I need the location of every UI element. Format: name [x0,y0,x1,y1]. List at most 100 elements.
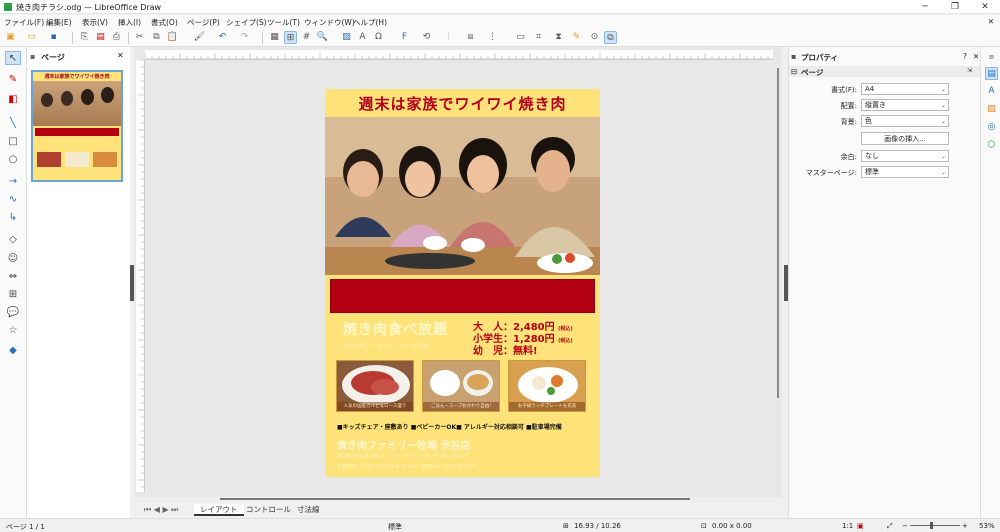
horizontal-scrollbar[interactable] [140,497,780,502]
plan-title[interactable]: 焼き肉食べ放題 [343,319,448,339]
tab-dimension-lines[interactable]: 寸法線 [291,504,326,516]
navigator-tab-icon[interactable]: ◎ [985,121,998,134]
sidebar-settings-icon[interactable]: ≡ [985,51,998,64]
distribute-icon[interactable]: ⋮ [486,31,499,44]
shadow-icon[interactable]: ▭ [514,31,527,44]
grid-icon[interactable]: ▦ [268,31,281,44]
menu-insert[interactable]: 挿入(I) [118,17,141,28]
insert-image-button[interactable]: 画像の挿入... [861,132,949,145]
features-line[interactable]: ■キッズチェア・座敷あり ■ベビーカーOK■ アレルギー対応相談可 ■駐車場完備 [337,422,562,431]
family-photo[interactable] [325,117,600,275]
tab-controls[interactable]: コントロール [240,504,297,516]
shop-address[interactable]: 東京都渋谷区道玄坂1-2-3 ファミリービル1階 渋谷駅／徒歩5分 [337,453,469,459]
print-icon[interactable]: ⎙ [110,31,123,44]
special-character-icon[interactable]: Ω [372,31,385,44]
callouts-icon[interactable]: 💬 [5,306,21,320]
export-pdf-icon[interactable]: ▤ [94,31,107,44]
snap-grid-icon[interactable]: # [300,31,313,44]
copy-icon[interactable]: ⧉ [150,31,163,44]
pages-panel-close-icon[interactable]: ✕ [117,51,124,60]
curve-icon[interactable]: ∿ [5,193,21,207]
panel-menu-icon[interactable]: ▪ [30,52,35,61]
sidebar-menu-icon[interactable]: ▪ [791,52,796,61]
shapes-tab-icon[interactable]: ⬡ [985,139,998,152]
line-color-icon[interactable]: ✎ [5,73,21,87]
background-select[interactable]: 色 ⌄ [861,115,949,127]
poster-page[interactable]: 週末は家族でワイワイ焼き肉 焼き肉食べ放題 ※90分制／ラストオーダー30分前 … [325,89,600,477]
symbol-shapes-icon[interactable]: ☺ [5,252,21,266]
undo-icon[interactable]: ↶ [216,31,229,44]
tab-layout[interactable]: レイアウト [194,504,244,516]
open-icon[interactable]: ▭ [25,31,38,44]
glue-points-icon[interactable]: ⊙ [588,31,601,44]
styles-tab-icon[interactable]: A [985,85,998,98]
menu-page[interactable]: ページ(P) [187,17,220,28]
shop-hours[interactable]: 営業時間：11:00〜23:00(L.O. 22:30) 電話番号：03-123… [337,464,475,470]
page-thumbnail[interactable]: 週末は家族でワイワイ焼き肉 [31,70,123,182]
menu-view[interactable]: 表示(V) [82,17,108,28]
margin-select[interactable]: なし ⌄ [861,150,949,162]
red-banner[interactable] [330,279,595,313]
horizontal-scroll-thumb[interactable] [220,498,690,500]
align-icon[interactable]: ⫶ [442,31,455,44]
plan-subtitle[interactable]: ※90分制／ラストオーダー30分前 [343,342,428,350]
new-icon[interactable]: ▣ [4,31,17,44]
sidebar-close-icon[interactable]: ✕ [973,52,979,61]
redo-icon[interactable]: ↷ [238,31,251,44]
more-options-icon[interactable]: ⇲ [967,67,972,74]
clone-formatting-icon[interactable]: 🖌 [193,31,206,44]
helplines-icon[interactable]: ⊞ [284,31,297,44]
menu-help[interactable]: ヘルプ(H) [353,17,387,28]
fit-page-icon[interactable]: ⤢ [887,522,893,531]
minimize-button[interactable]: ─ [910,0,940,14]
maximize-button[interactable]: ❐ [940,0,970,14]
menu-shape[interactable]: シェイプ(S) [226,17,267,28]
sidebar-help-icon[interactable]: ? [963,52,967,61]
menu-tools[interactable]: ツール(T) [267,17,300,28]
3d-objects-icon[interactable]: ◆ [5,344,21,358]
master-page-status[interactable]: 標準 [388,522,402,532]
menu-window[interactable]: ウィンドウ(W) [304,17,355,28]
zoom-slider-knob[interactable] [930,522,933,529]
page-section-header[interactable]: ⊟ ページ ⇲ [789,66,981,77]
close-document-icon[interactable]: ✕ [988,17,994,26]
insert-image-icon[interactable]: ▨ [340,31,353,44]
save-icon[interactable]: ▪ [47,31,60,44]
cut-icon[interactable]: ✂ [133,31,146,44]
tab-navigation[interactable]: ⏮ ◀ ▶ ⏭ [144,505,178,515]
export-icon[interactable]: ⎘ [78,31,91,44]
fill-color-icon[interactable]: ◧ [5,93,21,107]
arrow-line-icon[interactable]: → [5,175,21,189]
filter-icon[interactable]: ⧗ [552,31,565,44]
line-icon[interactable]: ╲ [5,117,21,131]
collapse-icon[interactable]: ⊟ [791,67,797,76]
flowchart-icon[interactable]: ⊞ [5,288,21,302]
poster-title[interactable]: 週末は家族でワイワイ焼き肉 [325,93,600,114]
horizontal-ruler[interactable] [145,50,773,60]
vertical-ruler[interactable] [136,59,145,492]
zoom-slider-track[interactable] [910,525,960,526]
zoom-out-icon[interactable]: − [902,522,908,530]
block-arrows-icon[interactable]: ⇔ [5,270,21,284]
orientation-select[interactable]: 縦置き ⌄ [861,99,949,111]
menu-format[interactable]: 書式(O) [151,17,178,28]
zoom-in-icon[interactable]: + [962,522,968,530]
master-page-select[interactable]: 標準 ⌄ [861,166,949,178]
select-icon[interactable]: ↖ [5,51,21,65]
crop-icon[interactable]: ⌗ [532,31,545,44]
food-image-kids-plate[interactable]: お子様ランチプレートも充実 [508,360,586,412]
arrange-icon[interactable]: ⧈ [464,31,477,44]
insert-textbox-icon[interactable]: A [356,31,369,44]
shop-name[interactable]: 焼き肉ファミリー牧場 渋谷店 [337,437,470,452]
properties-tab-icon[interactable]: ▤ [985,67,998,80]
close-window-button[interactable]: ✕ [970,0,1000,14]
menu-edit[interactable]: 編集(E) [46,17,72,28]
ellipse-icon[interactable]: ○ [5,153,21,167]
points-icon[interactable]: ✎ [570,31,583,44]
toggle-extrusion-icon[interactable]: ⧉ [604,31,617,44]
paste-icon[interactable]: 📋 [166,31,179,44]
price-infant[interactable]: 幼 児：無料! [473,342,538,357]
basic-shapes-icon[interactable]: ◇ [5,233,21,247]
transformations-icon[interactable]: ⟲ [420,31,433,44]
food-image-meat[interactable]: 人気の国産カルビ＆ロース盛り [336,360,414,412]
